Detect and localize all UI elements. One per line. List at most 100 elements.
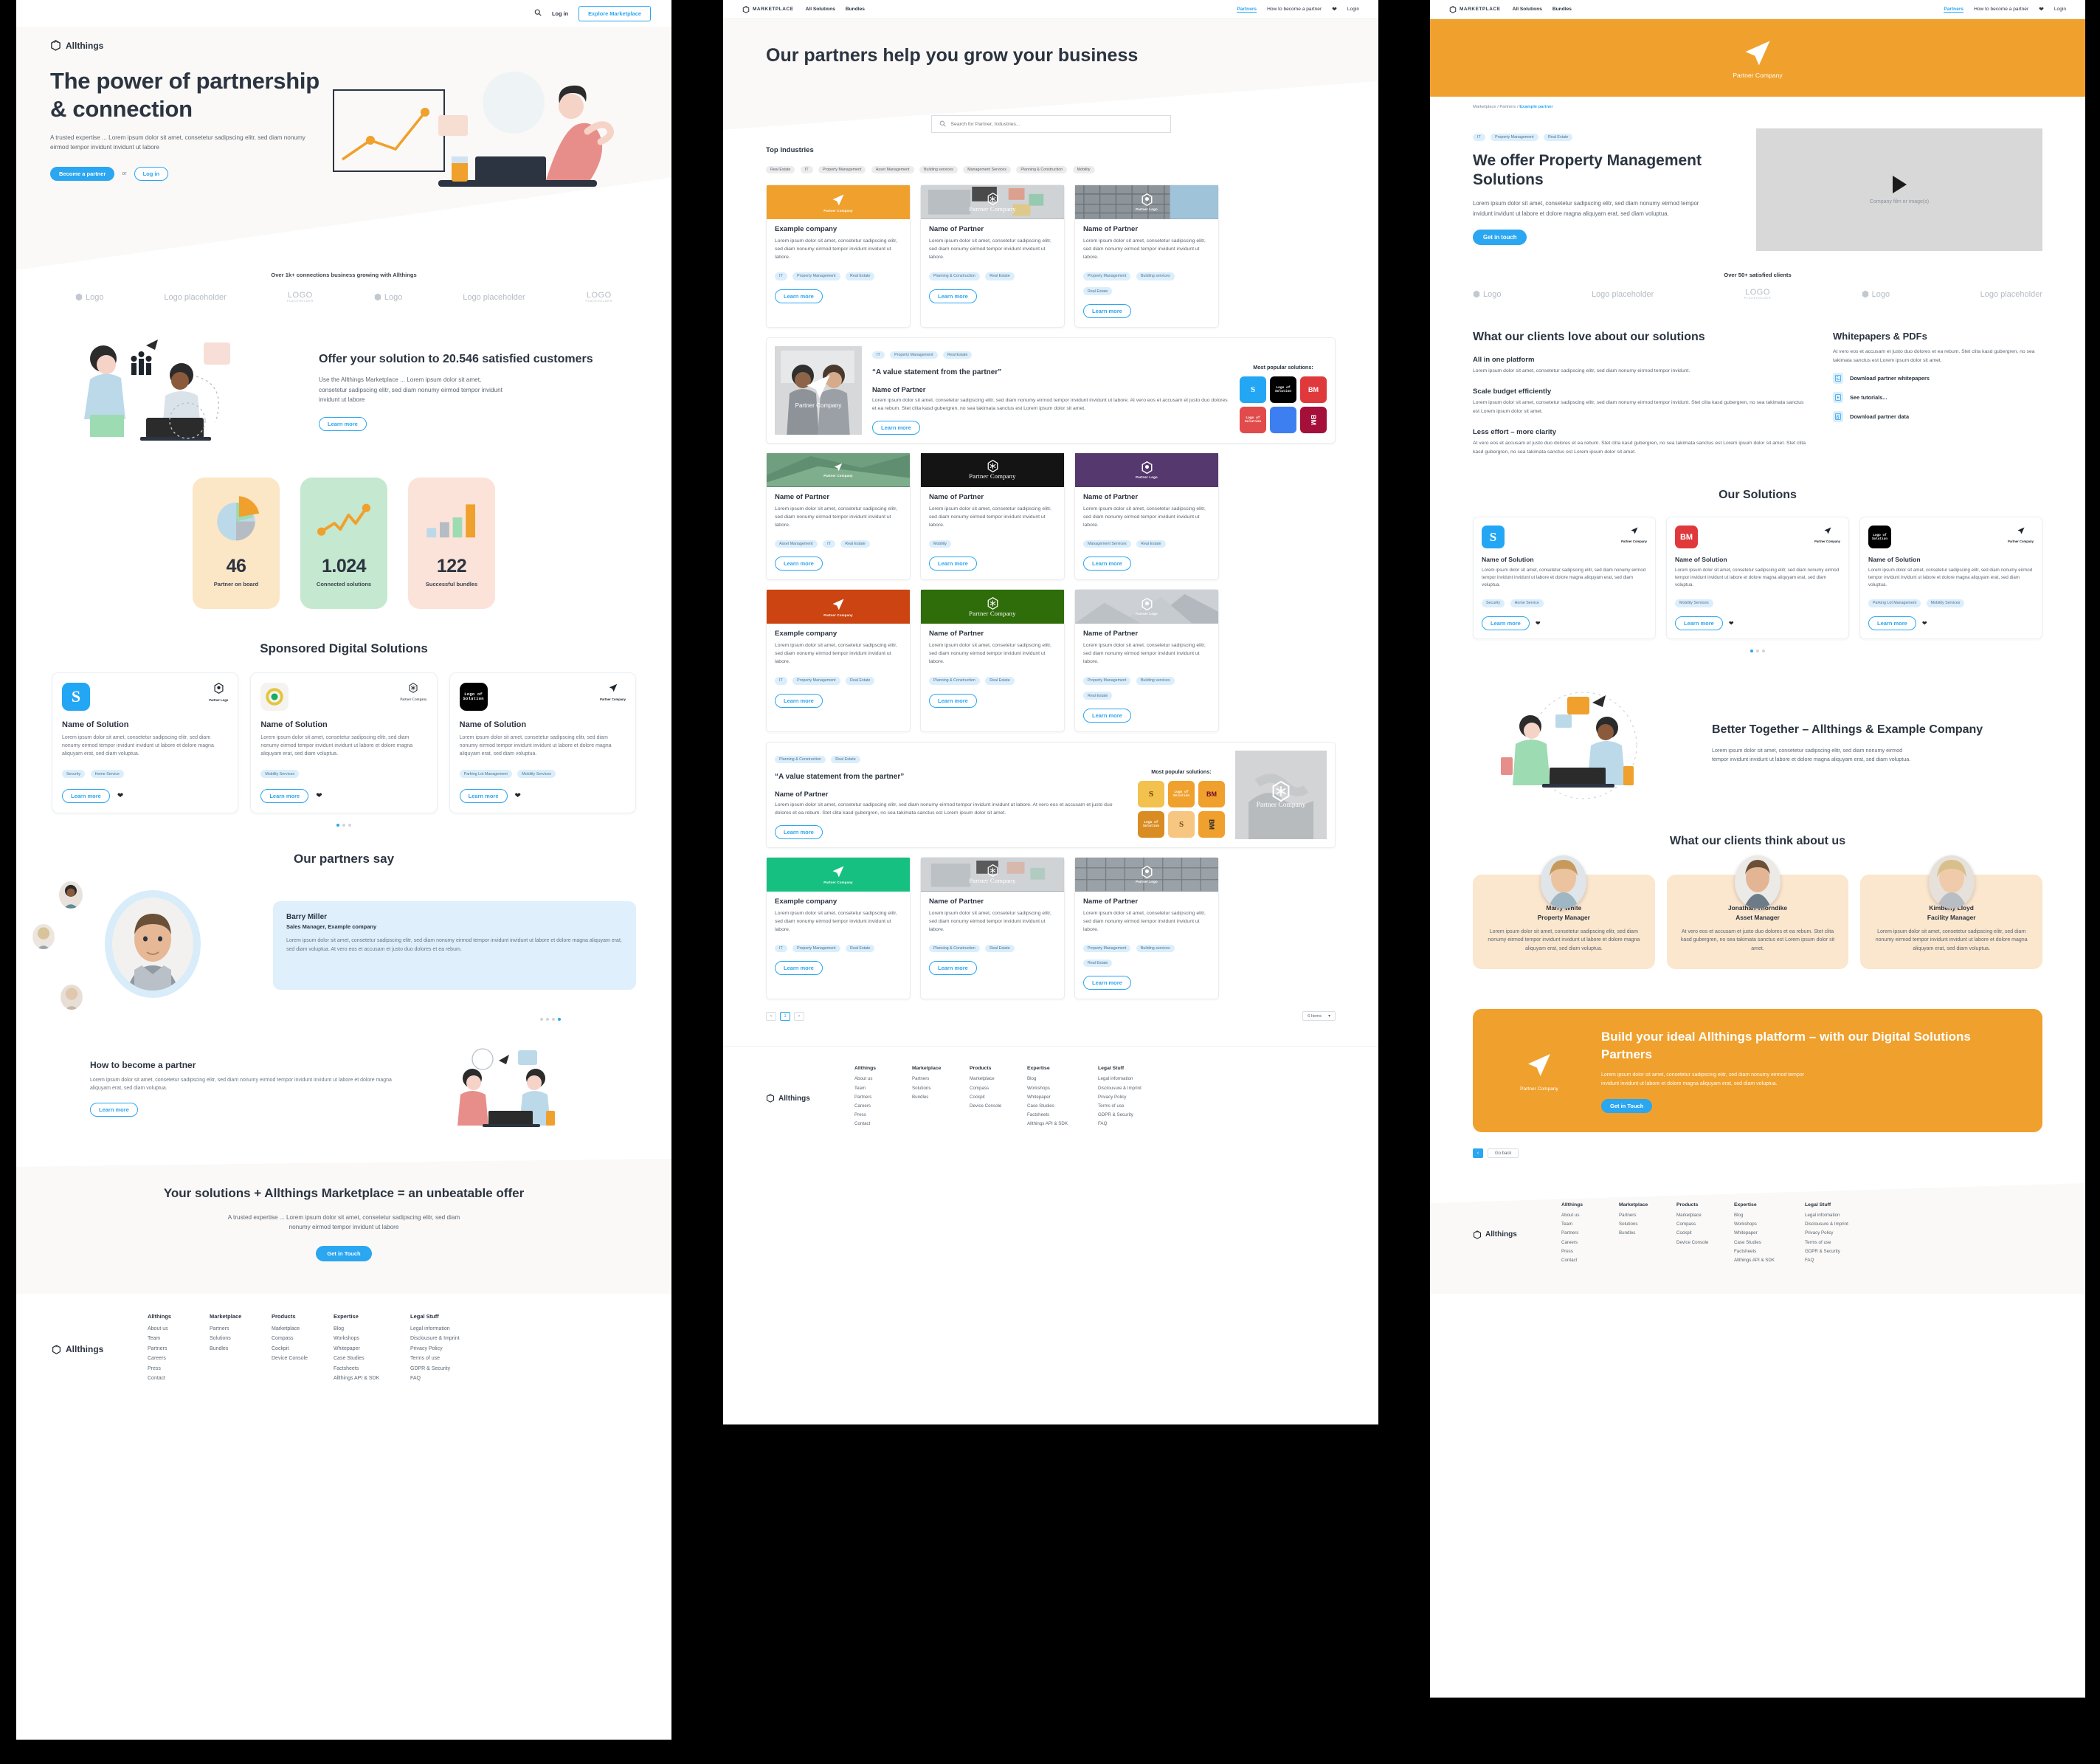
tag[interactable]: Planning & Construction [929, 676, 980, 685]
marketplace-logo[interactable]: MARKETPLACE [742, 5, 794, 13]
footer-link[interactable]: Solutions [912, 1086, 970, 1091]
tag[interactable]: Home Service [1510, 599, 1544, 607]
dot-1[interactable] [336, 823, 339, 827]
favorite-heart-icon[interactable]: ❤ [1729, 620, 1734, 627]
footer-link[interactable]: Legal information [410, 1326, 487, 1331]
footer-link[interactable]: GDPR & Security [1098, 1112, 1169, 1117]
tag[interactable]: Real Estate [840, 540, 870, 548]
footer-link[interactable]: Allthings API & SDK [1734, 1258, 1805, 1263]
dot-3[interactable] [552, 1017, 555, 1021]
tag[interactable]: Real Estate [846, 676, 875, 685]
learn-more-button[interactable]: Learn more [929, 557, 977, 571]
dot-1[interactable] [1750, 649, 1753, 652]
solution-card[interactable]: Partner Company Name of Solution Lorem i… [250, 672, 438, 813]
search-box[interactable] [930, 115, 1171, 133]
pagination-page-1[interactable]: 1 [780, 1011, 790, 1021]
footer-link[interactable]: Legal information [1805, 1213, 1876, 1218]
footer-link[interactable]: Blog [334, 1326, 410, 1331]
footer-link[interactable]: Solutions [1619, 1222, 1676, 1227]
footer-link[interactable]: Contact [1561, 1258, 1619, 1263]
footer-logo[interactable]: Allthings [1473, 1202, 1561, 1267]
footer-link[interactable]: About us [1561, 1213, 1619, 1218]
company-video-placeholder[interactable]: Company film or image(s) [1756, 128, 2042, 251]
partner-card[interactable]: Partner Company Example company Lorem ip… [766, 589, 911, 732]
footer-link[interactable]: Terms of use [1098, 1103, 1169, 1109]
learn-more-button[interactable]: Learn more [1675, 616, 1723, 630]
footer-logo[interactable]: Allthings [52, 1313, 148, 1386]
partner-card[interactable]: Partner Logo Name of Partner Lorem ipsum… [1074, 856, 1219, 1000]
partner-card[interactable]: Partner Company Example company Lorem ip… [766, 185, 911, 328]
breadcrumb-marketplace[interactable]: Marketplace [1473, 105, 1496, 109]
tag[interactable]: Planning & Construction [929, 944, 980, 953]
get-in-touch-button[interactable]: Get in Touch [1601, 1099, 1653, 1114]
dot-2[interactable] [1756, 649, 1759, 652]
footer-link[interactable]: Marketplace [970, 1076, 1027, 1081]
tag[interactable]: IT [1473, 133, 1485, 142]
footer-link[interactable]: Terms of use [1805, 1240, 1876, 1245]
become-a-partner-button[interactable]: Become a partner [50, 167, 115, 182]
tag[interactable]: Building services [1136, 944, 1175, 953]
footer-link[interactable]: Device Console [1676, 1240, 1734, 1245]
industry-chip[interactable]: Management Services [963, 165, 1011, 174]
tag[interactable]: Property Management [890, 351, 938, 359]
footer-link[interactable]: Careers [148, 1356, 210, 1361]
learn-more-button[interactable]: Learn more [260, 788, 309, 803]
tag[interactable]: Mobility Services [260, 770, 300, 778]
back-arrow-icon[interactable]: ‹ [1473, 1148, 1483, 1159]
footer-link[interactable]: FAQ [1805, 1258, 1876, 1263]
learn-more-button[interactable]: Learn more [62, 788, 110, 803]
footer-link[interactable]: Case Studies [1734, 1240, 1805, 1245]
tag[interactable]: Management Services [1083, 540, 1131, 548]
footer-link[interactable]: Device Console [272, 1356, 334, 1361]
footer-link[interactable]: Privacy Policy [1805, 1230, 1876, 1236]
footer-link[interactable]: Workshops [334, 1336, 410, 1341]
footer-link[interactable]: Disclousure & Imprint [1805, 1222, 1876, 1227]
learn-more-button[interactable]: Learn more [775, 289, 823, 303]
tag[interactable]: Property Management [792, 272, 840, 280]
learn-more-button[interactable]: Learn more [775, 693, 823, 708]
favorite-heart-icon[interactable]: ❤ [316, 792, 322, 800]
nav-partners[interactable]: Partners [1237, 7, 1257, 13]
partner-card[interactable]: Partner Company Name of Partner Lorem ip… [766, 452, 911, 581]
partner-card[interactable]: Partner Company Name of Partner Lorem ip… [920, 185, 1065, 328]
tag[interactable]: Real Estate [1083, 959, 1113, 968]
footer-link[interactable]: Factsheets [334, 1366, 410, 1371]
tag[interactable]: Mobility Services [517, 770, 556, 778]
featured-partner-card-2[interactable]: Planning & Construction Real Estate “A v… [766, 741, 1336, 848]
footer-link[interactable]: Partners [210, 1326, 272, 1331]
footer-link[interactable]: Whitepaper [334, 1346, 410, 1351]
footer-link[interactable]: Device Console [970, 1103, 1027, 1109]
nav-login[interactable]: Login [1347, 7, 1359, 12]
tag[interactable]: IT [775, 272, 787, 280]
learn-more-button[interactable]: Learn more [1482, 616, 1530, 630]
learn-more-button[interactable]: Learn more [459, 788, 508, 803]
solution-tile[interactable]: Logo of Solution [1270, 376, 1296, 403]
footer-link[interactable]: Disclousure & Imprint [410, 1336, 487, 1341]
tag[interactable]: Asset Management [775, 540, 818, 548]
tag[interactable]: Property Management [1491, 133, 1538, 142]
industry-chip[interactable]: Real Estate [766, 165, 795, 174]
tag[interactable]: Property Management [1083, 676, 1131, 685]
favorite-heart-icon[interactable]: ❤ [1922, 620, 1927, 627]
favorite-heart-icon[interactable]: ❤ [515, 792, 521, 800]
tag[interactable]: Security [62, 770, 86, 778]
nav-partners[interactable]: Partners [1944, 7, 1964, 13]
footer-link[interactable]: About us [148, 1326, 210, 1331]
footer-link[interactable]: Partners [1561, 1230, 1619, 1236]
tag[interactable]: Home Service [90, 770, 124, 778]
learn-more-button[interactable]: Learn more [1083, 303, 1131, 318]
footer-link[interactable]: Blog [1734, 1213, 1805, 1218]
footer-link[interactable]: GDPR & Security [1805, 1249, 1876, 1254]
go-back-control[interactable]: ‹ Go back [1473, 1148, 1519, 1159]
see-tutorials-link[interactable]: See tutorials... [1833, 392, 2042, 404]
mini-avatar[interactable] [59, 881, 83, 909]
footer-link[interactable]: FAQ [410, 1376, 487, 1381]
footer-link[interactable]: Whitepaper [1734, 1230, 1805, 1236]
search-input[interactable] [950, 121, 1163, 127]
footer-link[interactable]: Compass [272, 1336, 334, 1341]
learn-more-button[interactable]: Learn more [1083, 557, 1131, 571]
footer-link[interactable]: Disclousure & Imprint [1098, 1086, 1169, 1091]
tag[interactable]: Property Management [792, 944, 840, 953]
industry-chip[interactable]: Planning & Construction [1016, 165, 1068, 174]
partner-card[interactable]: Partner Logo Name of Partner Lorem ipsum… [1074, 185, 1219, 328]
